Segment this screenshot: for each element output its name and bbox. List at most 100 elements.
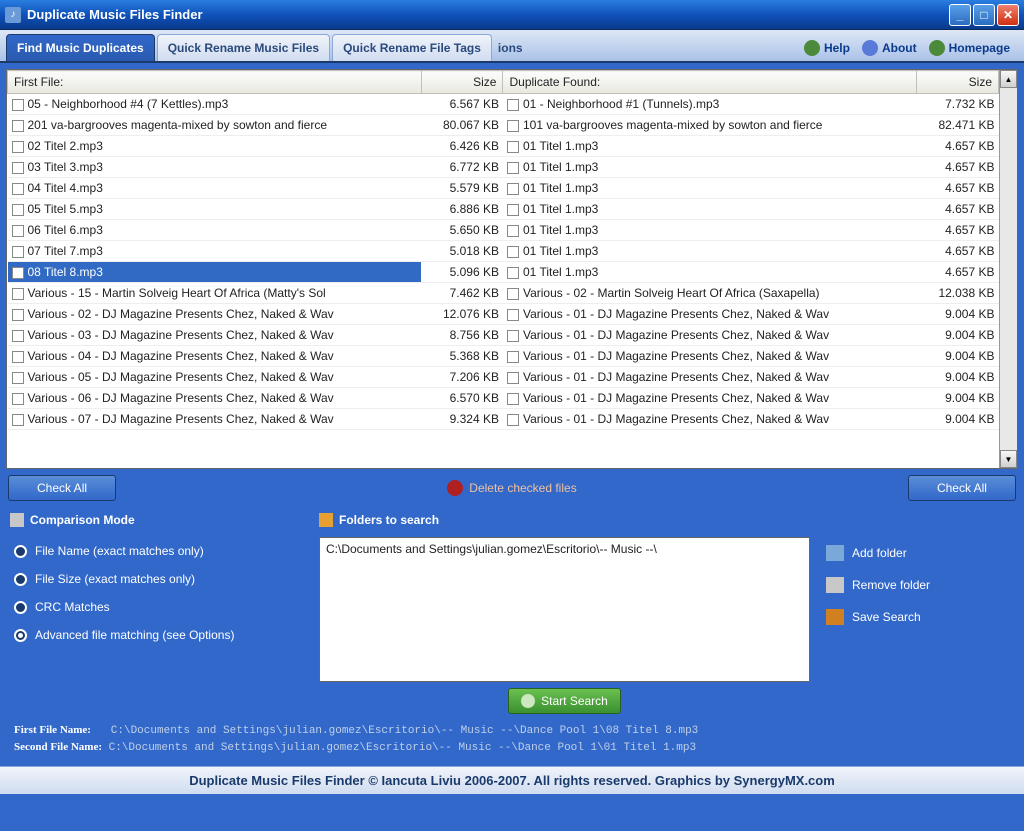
table-row[interactable]: 05 Titel 5.mp36.886 KB01 Titel 1.mp34.65… [8,199,999,220]
scroll-down-icon[interactable]: ▼ [1000,450,1017,468]
titlebar[interactable]: ♪ Duplicate Music Files Finder _ □ ✕ [0,0,1024,30]
tab-quick-rename-files[interactable]: Quick Rename Music Files [157,34,330,61]
table-row[interactable]: 04 Titel 4.mp35.579 KB01 Titel 1.mp34.65… [8,178,999,199]
second-file-path: C:\Documents and Settings\julian.gomez\E… [109,742,697,754]
check-all-right-button[interactable]: Check All [908,475,1016,501]
row-checkbox[interactable] [507,204,519,216]
table-row[interactable]: Various - 03 - DJ Magazine Presents Chez… [8,325,999,346]
radio-advanced[interactable]: Advanced file matching (see Options) [10,621,305,649]
row-checkbox[interactable] [12,372,24,384]
row-checkbox[interactable] [507,267,519,279]
about-icon [862,40,878,56]
table-scrollbar[interactable]: ▲ ▼ [999,70,1017,468]
table-row[interactable]: 08 Titel 8.mp35.096 KB01 Titel 1.mp34.65… [8,262,999,283]
folder-icon [319,513,333,527]
table-row[interactable]: Various - 06 - DJ Magazine Presents Chez… [8,388,999,409]
row-checkbox[interactable] [507,225,519,237]
row-checkbox[interactable] [12,120,24,132]
table-row[interactable]: 02 Titel 2.mp36.426 KB01 Titel 1.mp34.65… [8,136,999,157]
add-folder-button[interactable]: Add folder [824,537,1014,569]
row-checkbox[interactable] [12,414,24,426]
row-checkbox[interactable] [507,372,519,384]
results-table: First File: Size Duplicate Found: Size 0… [7,70,999,430]
remove-folder-button[interactable]: Remove folder [824,569,1014,601]
results-table-wrap: First File: Size Duplicate Found: Size 0… [6,69,1018,469]
tab-extra-text: ions [494,35,527,61]
home-icon [929,40,945,56]
row-checkbox[interactable] [507,162,519,174]
save-search-button[interactable]: Save Search [824,601,1014,633]
row-checkbox[interactable] [507,330,519,342]
maximize-button[interactable]: □ [973,4,995,26]
table-row[interactable]: Various - 15 - Martin Solveig Heart Of A… [8,283,999,304]
add-folder-icon [826,545,844,561]
col-size2[interactable]: Size [917,71,999,94]
col-first-file[interactable]: First File: [8,71,422,94]
second-file-label: Second File Name: [14,741,102,753]
table-row[interactable]: 05 - Neighborhood #4 (7 Kettles).mp36.56… [8,94,999,115]
row-checkbox[interactable] [12,351,24,363]
radio-icon [14,545,27,558]
row-checkbox[interactable] [12,141,24,153]
row-checkbox[interactable] [507,246,519,258]
homepage-link[interactable]: Homepage [929,40,1010,56]
row-checkbox[interactable] [12,99,24,111]
row-checkbox[interactable] [12,225,24,237]
table-row[interactable]: 03 Titel 3.mp36.772 KB01 Titel 1.mp34.65… [8,157,999,178]
folders-listbox[interactable]: C:\Documents and Settings\julian.gomez\E… [319,537,810,682]
row-checkbox[interactable] [12,288,24,300]
help-link[interactable]: Help [804,40,850,56]
tab-quick-rename-tags[interactable]: Quick Rename File Tags [332,34,492,61]
row-checkbox[interactable] [507,393,519,405]
row-checkbox[interactable] [12,204,24,216]
first-file-path: C:\Documents and Settings\julian.gomez\E… [111,725,699,737]
folder-entry[interactable]: C:\Documents and Settings\julian.gomez\E… [326,542,803,556]
table-row[interactable]: 06 Titel 6.mp35.650 KB01 Titel 1.mp34.65… [8,220,999,241]
close-button[interactable]: ✕ [997,4,1019,26]
tab-find-duplicates[interactable]: Find Music Duplicates [6,34,155,61]
radio-file-size[interactable]: File Size (exact matches only) [10,565,305,593]
row-checkbox[interactable] [507,414,519,426]
about-link[interactable]: About [862,40,917,56]
help-icon [804,40,820,56]
radio-file-name[interactable]: File Name (exact matches only) [10,537,305,565]
radio-icon [14,601,27,614]
folders-title: Folders to search [319,513,810,527]
row-checkbox[interactable] [507,351,519,363]
row-checkbox[interactable] [507,183,519,195]
row-checkbox[interactable] [12,183,24,195]
comparison-icon [10,513,24,527]
check-all-left-button[interactable]: Check All [8,475,116,501]
start-search-button[interactable]: Start Search [508,688,621,714]
table-row[interactable]: 201 va-bargrooves magenta-mixed by sowto… [8,115,999,136]
radio-icon [14,573,27,586]
first-file-label: First File Name: [14,724,91,736]
footer-info: First File Name: C:\Documents and Settin… [6,718,1018,760]
table-row[interactable]: Various - 07 - DJ Magazine Presents Chez… [8,409,999,430]
row-checkbox[interactable] [507,309,519,321]
radio-crc[interactable]: CRC Matches [10,593,305,621]
tab-bar: Find Music Duplicates Quick Rename Music… [0,30,1024,63]
row-checkbox[interactable] [12,330,24,342]
scroll-up-icon[interactable]: ▲ [1000,70,1017,88]
delete-checked-button[interactable]: Delete checked files [447,480,576,496]
table-row[interactable]: Various - 05 - DJ Magazine Presents Chez… [8,367,999,388]
row-checkbox[interactable] [507,120,519,132]
row-checkbox[interactable] [12,162,24,174]
table-row[interactable]: Various - 02 - DJ Magazine Presents Chez… [8,304,999,325]
row-checkbox[interactable] [12,393,24,405]
row-checkbox[interactable] [507,288,519,300]
row-checkbox[interactable] [12,309,24,321]
row-checkbox[interactable] [507,141,519,153]
window-title: Duplicate Music Files Finder [27,7,949,22]
table-row[interactable]: 07 Titel 7.mp35.018 KB01 Titel 1.mp34.65… [8,241,999,262]
col-duplicate-found[interactable]: Duplicate Found: [503,71,917,94]
remove-folder-icon [826,577,844,593]
row-checkbox[interactable] [12,246,24,258]
table-row[interactable]: Various - 04 - DJ Magazine Presents Chez… [8,346,999,367]
minimize-button[interactable]: _ [949,4,971,26]
row-checkbox[interactable] [507,99,519,111]
delete-icon [447,480,463,496]
row-checkbox[interactable] [12,267,24,279]
col-size1[interactable]: Size [421,71,503,94]
